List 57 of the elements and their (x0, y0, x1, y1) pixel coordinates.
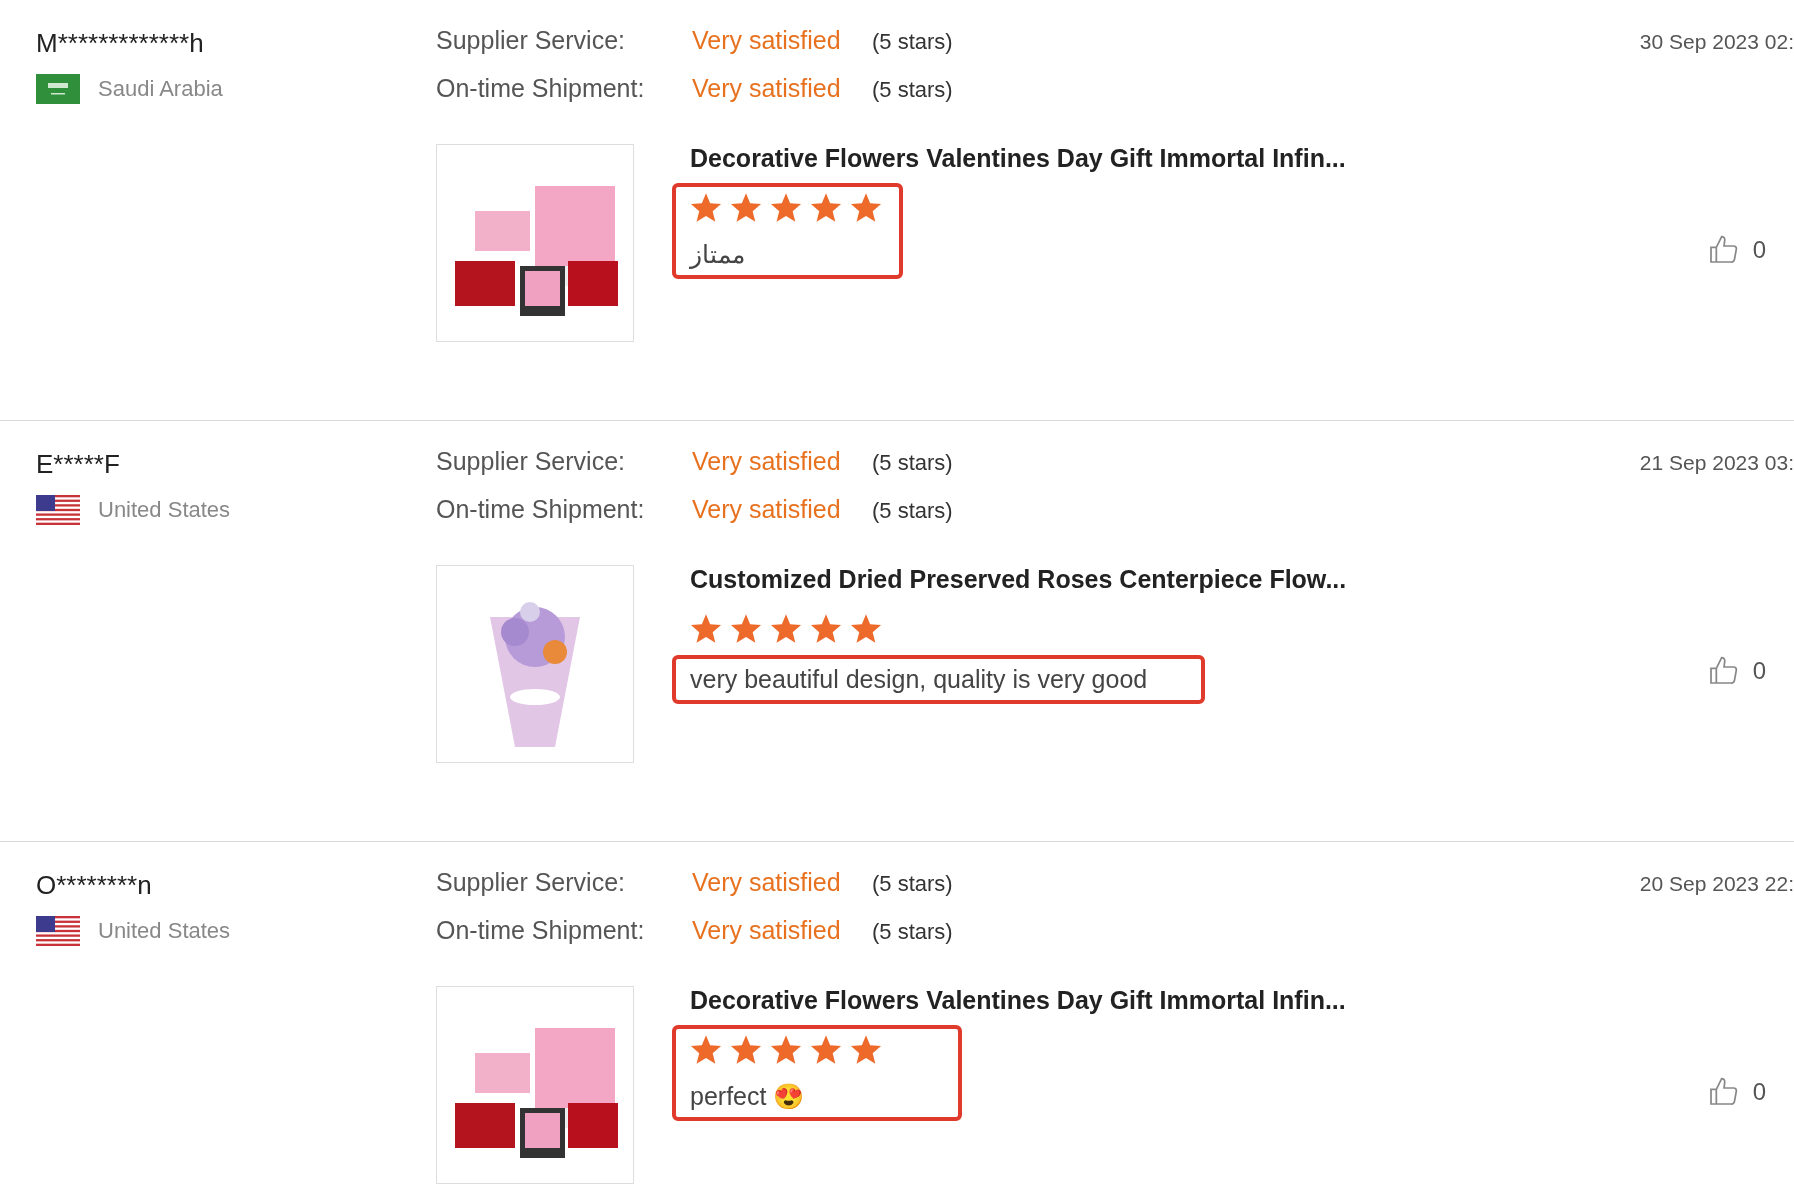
rating-label: Supplier Service: (436, 868, 626, 897)
star-icon (810, 1035, 842, 1066)
star-icon (730, 1035, 762, 1066)
flag-icon (36, 74, 80, 104)
rating-stars-text: (5 stars) (872, 450, 953, 476)
review-date: 30 Sep 2023 02: (1639, 30, 1794, 54)
rating-label: On-time Shipment: (436, 916, 646, 945)
flag-icon (36, 916, 80, 946)
product-title[interactable]: Decorative Flowers Valentines Day Gift Immortal Infin... (690, 986, 1346, 1015)
rating-value: Very satisfied (692, 26, 842, 55)
rating-label: Supplier Service: (436, 447, 626, 476)
rating-value: Very satisfied (692, 495, 842, 524)
star-icon (810, 614, 842, 645)
like-count: 0 (1752, 1078, 1766, 1106)
rating-stars-text: (5 stars) (872, 919, 953, 945)
product-thumbnail[interactable] (436, 565, 634, 763)
country-name: United States (98, 918, 231, 944)
reviewer-name: E*****F (36, 448, 121, 481)
like-count: 0 (1752, 236, 1766, 264)
product-title[interactable]: Decorative Flowers Valentines Day Gift Immortal Infin... (690, 144, 1346, 173)
star-icon (690, 614, 722, 645)
country-name: Saudi Arabia (98, 76, 223, 102)
star-icon (810, 193, 842, 224)
review-comment: ممتاز (690, 240, 746, 269)
review-comment: very beautiful design, quality is very good (690, 665, 1149, 694)
review-date: 21 Sep 2023 03: (1639, 451, 1794, 475)
star-icon (850, 1035, 882, 1066)
like-count: 0 (1752, 657, 1766, 685)
star-icon (770, 1035, 802, 1066)
star-icon (690, 1035, 722, 1066)
star-icon (730, 193, 762, 224)
star-icon (730, 614, 762, 645)
product-title[interactable]: Customized Dried Preserved Roses Centerpiece Flow... (690, 565, 1347, 594)
rating-label: On-time Shipment: (436, 74, 646, 103)
flag-icon (36, 495, 80, 525)
product-thumbnail[interactable] (436, 144, 634, 342)
rating-stars-text: (5 stars) (872, 29, 953, 55)
star-icon (770, 193, 802, 224)
product-thumbnail[interactable] (436, 986, 634, 1184)
reviewer-name: M*************h (36, 27, 205, 60)
rating-stars-text: (5 stars) (872, 871, 953, 897)
rating-stars-text: (5 stars) (872, 77, 953, 103)
rating-stars-text: (5 stars) (872, 498, 953, 524)
star-icon (850, 614, 882, 645)
rating-value: Very satisfied (692, 916, 842, 945)
rating-label: Supplier Service: (436, 26, 626, 55)
review-date: 20 Sep 2023 22: (1639, 872, 1794, 896)
star-icon (690, 193, 722, 224)
review-comment: perfect 😍 (690, 1082, 806, 1111)
rating-value: Very satisfied (692, 868, 842, 897)
country-name: United States (98, 497, 231, 523)
rating-value: Very satisfied (692, 447, 842, 476)
star-icon (770, 614, 802, 645)
rating-value: Very satisfied (692, 74, 842, 103)
reviewer-name: O********n (36, 869, 153, 902)
rating-label: On-time Shipment: (436, 495, 646, 524)
star-icon (850, 193, 882, 224)
